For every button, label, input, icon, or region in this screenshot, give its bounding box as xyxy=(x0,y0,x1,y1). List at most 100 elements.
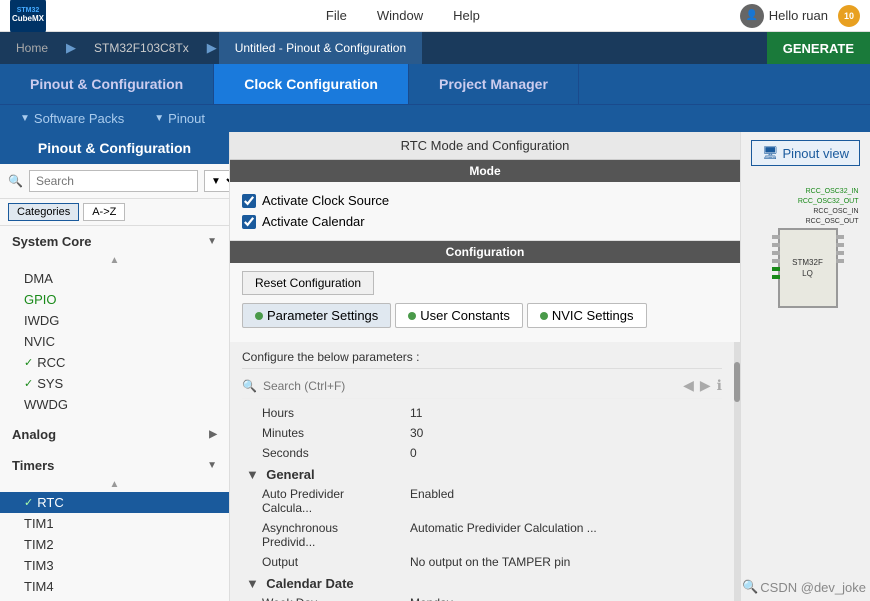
tab-az[interactable]: A->Z xyxy=(83,203,125,221)
breadcrumb-arrow2: ▶ xyxy=(207,40,217,56)
search-zoom-icon: 🔍 xyxy=(742,579,758,595)
breadcrumb-project[interactable]: Untitled - Pinout & Configuration xyxy=(219,32,422,64)
timers-chevron: ▼ xyxy=(207,460,217,471)
subnav-software-packs[interactable]: ▼ Software Packs xyxy=(20,111,124,126)
search-input[interactable] xyxy=(29,170,198,192)
calendar-chevron: ▼ xyxy=(246,576,259,591)
sidebar-item-iwdg[interactable]: IWDG xyxy=(0,310,229,331)
search-row: 🔍 ▼ ⚙ xyxy=(0,164,229,199)
breadcrumb-chip[interactable]: STM32F103C8Tx xyxy=(78,32,205,64)
generate-button[interactable]: GENERATE xyxy=(767,32,870,64)
sub-nav: ▼ Software Packs ▼ Pinout xyxy=(0,104,870,132)
pinout-view-button[interactable]: 🖥 Pinout view xyxy=(751,140,860,166)
minutes-value: 30 xyxy=(402,423,722,443)
sidebar-header: Pinout & Configuration xyxy=(0,132,229,164)
seconds-label: Seconds xyxy=(242,443,402,463)
right-panel: 🖥 Pinout view RCC_OSC32_IN RCC_OSC32_OUT… xyxy=(740,132,870,601)
sidebar-item-tim1[interactable]: TIM1 xyxy=(0,513,229,534)
table-row-output: Output No output on the TAMPER pin xyxy=(242,552,722,572)
system-core-header[interactable]: System Core ▼ xyxy=(0,230,229,253)
sidebar-item-nvic[interactable]: NVIC xyxy=(0,331,229,352)
next-icon[interactable]: ▶ xyxy=(700,377,711,394)
vertical-scrollbar[interactable] xyxy=(734,342,740,601)
pinout-view-icon: 🖥 xyxy=(762,145,779,161)
tab-parameter-settings[interactable]: Parameter Settings xyxy=(242,303,391,328)
menu-file[interactable]: File xyxy=(326,8,347,23)
main-layout: Pinout & Configuration 🔍 ▼ ⚙ Categories … xyxy=(0,132,870,601)
sidebar-item-wwdg[interactable]: WWDG xyxy=(0,394,229,415)
tab-categories[interactable]: Categories xyxy=(8,203,79,221)
sidebar-item-dma[interactable]: DMA xyxy=(0,268,229,289)
rcc-check: ✓ xyxy=(24,356,33,369)
param-tab-label: Parameter Settings xyxy=(267,308,378,323)
activate-calendar-checkbox[interactable] xyxy=(242,215,256,229)
calendar-date-label: Calendar Date xyxy=(266,576,353,591)
calendar-date-section-label: ▼ Calendar Date xyxy=(242,572,722,593)
calendar-params-table: Week Day Monday Month November Date 20 xyxy=(242,593,722,601)
week-day-label: Week Day xyxy=(242,593,402,601)
analog-header[interactable]: Analog ▶ xyxy=(0,423,229,446)
timers-header[interactable]: Timers ▼ xyxy=(0,454,229,477)
pin-labels: RCC_OSC32_IN RCC_OSC32_OUT RCC_OSC_IN RC… xyxy=(798,188,861,225)
timers-label: Timers xyxy=(12,458,54,473)
rcc-label: RCC xyxy=(37,355,65,370)
watermark-text: CSDN @dev_joke xyxy=(760,580,866,595)
user-info: 👤 Hello ruan xyxy=(740,4,828,28)
table-row-seconds: Seconds 0 xyxy=(242,443,722,463)
gpio-label: GPIO xyxy=(24,292,57,307)
sidebar-section-core: System Core ▼ ▲ DMA GPIO IWDG NVIC ✓ RCC… xyxy=(0,226,229,419)
tab-project[interactable]: Project Manager xyxy=(409,64,579,104)
tab-clock[interactable]: Clock Configuration xyxy=(214,64,409,104)
info-icon: ℹ xyxy=(717,377,722,394)
general-label: General xyxy=(266,467,314,482)
sidebar-item-tim2[interactable]: TIM2 xyxy=(0,534,229,555)
activate-clock-checkbox[interactable] xyxy=(242,194,256,208)
subnav-pinout[interactable]: ▼ Pinout xyxy=(154,111,205,126)
menu-help[interactable]: Help xyxy=(453,8,480,23)
version-badge: 10 xyxy=(838,5,860,27)
tab-pinout[interactable]: Pinout & Configuration xyxy=(0,64,214,104)
subnav-pinout-arrow: ▼ xyxy=(154,113,164,124)
iwdg-label: IWDG xyxy=(24,313,59,328)
menu-items: File Window Help xyxy=(66,8,740,23)
output-label: Output xyxy=(242,552,402,572)
user-avatar: 👤 xyxy=(740,4,764,28)
tim2-label: TIM2 xyxy=(24,537,54,552)
sidebar-item-tim4[interactable]: TIM4 xyxy=(0,576,229,597)
chip-body: STM32FLQ xyxy=(778,228,838,308)
search-dropdown[interactable]: ▼ xyxy=(204,170,230,192)
left-pins xyxy=(772,235,780,279)
mode-content: Activate Clock Source Activate Calendar xyxy=(230,182,740,241)
seconds-value: 0 xyxy=(402,443,722,463)
nvic-tab-label: NVIC Settings xyxy=(552,308,634,323)
output-value: No output on the TAMPER pin xyxy=(402,552,722,572)
tab-user-constants[interactable]: User Constants xyxy=(395,303,523,328)
scroll-up: ▲ xyxy=(110,255,120,266)
tab-nvic-settings[interactable]: NVIC Settings xyxy=(527,303,647,328)
breadcrumb-home[interactable]: Home xyxy=(0,32,64,64)
sys-check: ✓ xyxy=(24,377,33,390)
logo-line2: CubeMX xyxy=(12,15,44,24)
sidebar-item-rcc[interactable]: ✓ RCC xyxy=(0,352,229,373)
sidebar-item-tim3[interactable]: TIM3 xyxy=(0,555,229,576)
sidebar-item-sys[interactable]: ✓ SYS xyxy=(0,373,229,394)
param-dot xyxy=(255,312,263,320)
config-tabs: Parameter Settings User Constants NVIC S… xyxy=(242,303,728,328)
chip-label: STM32FLQ xyxy=(792,257,823,279)
menu-right: 👤 Hello ruan 10 xyxy=(740,4,860,28)
param-search-input[interactable] xyxy=(263,379,677,393)
content-inner[interactable]: Configure the below parameters : 🔍 ◀ ▶ ℹ… xyxy=(230,342,734,601)
scroll-up2: ▲ xyxy=(110,479,120,490)
hours-value: 11 xyxy=(402,403,722,423)
analog-chevron: ▶ xyxy=(209,429,217,440)
sidebar-item-gpio[interactable]: GPIO xyxy=(0,289,229,310)
logo-icon: STM32 CubeMX xyxy=(10,0,46,34)
prev-icon[interactable]: ◀ xyxy=(683,377,694,394)
param-search-icon: 🔍 xyxy=(242,379,257,393)
subnav-sw-arrow: ▼ xyxy=(20,113,30,124)
menu-window[interactable]: Window xyxy=(377,8,423,23)
scroll-thumb[interactable] xyxy=(734,362,740,402)
sidebar-item-rtc[interactable]: ✓ RTC xyxy=(0,492,229,513)
reset-config-button[interactable]: Reset Configuration xyxy=(242,271,374,295)
sys-label: SYS xyxy=(37,376,63,391)
